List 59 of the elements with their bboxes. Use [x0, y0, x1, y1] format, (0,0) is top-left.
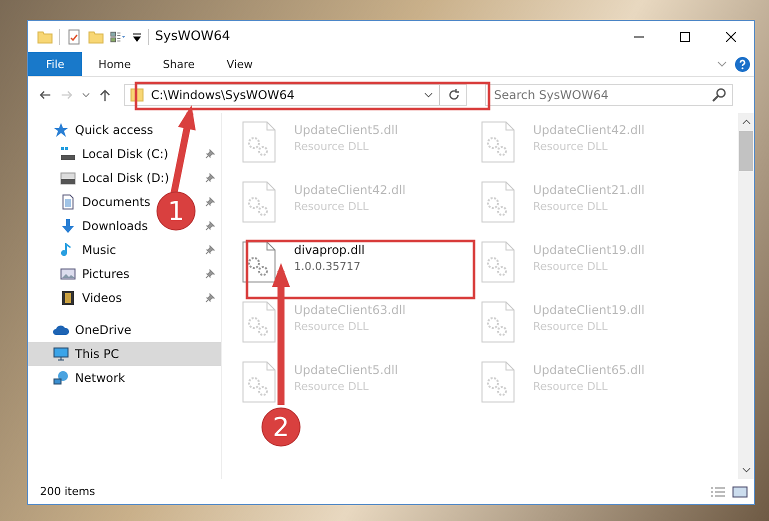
pin-icon[interactable]: [205, 173, 215, 183]
sidebar-item[interactable]: Local Disk (C:): [82, 147, 168, 161]
item-count: 200 items: [40, 485, 96, 498]
drive-icon: [60, 146, 76, 162]
details-view-icon[interactable]: [710, 486, 726, 498]
pin-icon[interactable]: [205, 293, 215, 303]
network-icon: [53, 370, 69, 386]
pin-icon[interactable]: [205, 269, 215, 279]
search-field[interactable]: Search SysWOW64: [485, 84, 733, 106]
up-arrow-icon[interactable]: [98, 88, 112, 102]
star-icon: [53, 122, 69, 138]
back-arrow-icon[interactable]: [38, 88, 52, 102]
scrollbar[interactable]: [738, 113, 754, 479]
sidebar-item[interactable]: OneDrive: [28, 318, 221, 342]
sidebar-item[interactable]: Local Disk (D:): [82, 171, 170, 185]
help-icon[interactable]: [735, 56, 750, 72]
expand-ribbon-icon[interactable]: [717, 61, 727, 67]
ribbon-tab[interactable]: Home: [82, 52, 147, 76]
address-field[interactable]: C:\Windows\SysWOW64: [124, 84, 467, 106]
large-icons-view-icon[interactable]: [732, 486, 748, 498]
sidebar-item[interactable]: Network: [28, 366, 221, 390]
monitor-icon: [53, 346, 69, 362]
new-folder-icon[interactable]: [88, 28, 104, 44]
picture-icon: [60, 266, 76, 282]
sidebar-item[interactable]: Downloads: [82, 219, 148, 233]
sidebar-item[interactable]: Videos: [82, 291, 122, 305]
sidebar-item[interactable]: Documents: [82, 195, 150, 209]
folder-icon[interactable]: [37, 28, 53, 44]
scroll-down-icon[interactable]: [742, 467, 750, 473]
sidebar-item[interactable]: Pictures: [82, 267, 130, 281]
search-icon: [711, 87, 727, 103]
document-icon: [60, 194, 76, 210]
scrollbar-thumb[interactable]: [739, 131, 753, 171]
down-arrow-icon: [60, 218, 76, 234]
pin-icon[interactable]: [205, 245, 215, 255]
sidebar-item[interactable]: Music: [82, 243, 116, 257]
recent-locations-icon[interactable]: [82, 92, 90, 98]
close-icon: [726, 32, 736, 42]
pin-icon[interactable]: [205, 197, 215, 207]
window-title: SysWOW64: [155, 29, 230, 44]
file-description: 1.0.0.35717: [294, 260, 362, 273]
maximize-icon: [680, 32, 690, 42]
properties-icon[interactable]: [66, 28, 82, 44]
customize-toolbar-icon[interactable]: [132, 32, 142, 42]
dropdown-caret-icon[interactable]: [424, 92, 433, 98]
ribbon-tab[interactable]: Share: [146, 52, 211, 76]
ribbon-tab[interactable]: View: [210, 52, 269, 76]
step-badge: 2: [262, 408, 300, 446]
scroll-up-icon[interactable]: [742, 119, 750, 125]
sidebar-item[interactable]: Quick access: [28, 118, 221, 142]
pin-icon[interactable]: [205, 149, 215, 159]
ribbon-tab[interactable]: File: [28, 52, 82, 76]
drive-icon: [60, 170, 76, 186]
sidebar-item[interactable]: This PC: [28, 342, 221, 366]
minimize-icon: [634, 36, 644, 38]
pin-icon[interactable]: [205, 221, 215, 231]
film-icon: [60, 290, 76, 306]
file-name[interactable]: divaprop.dll: [294, 243, 365, 257]
step-badge: 1: [156, 192, 196, 230]
